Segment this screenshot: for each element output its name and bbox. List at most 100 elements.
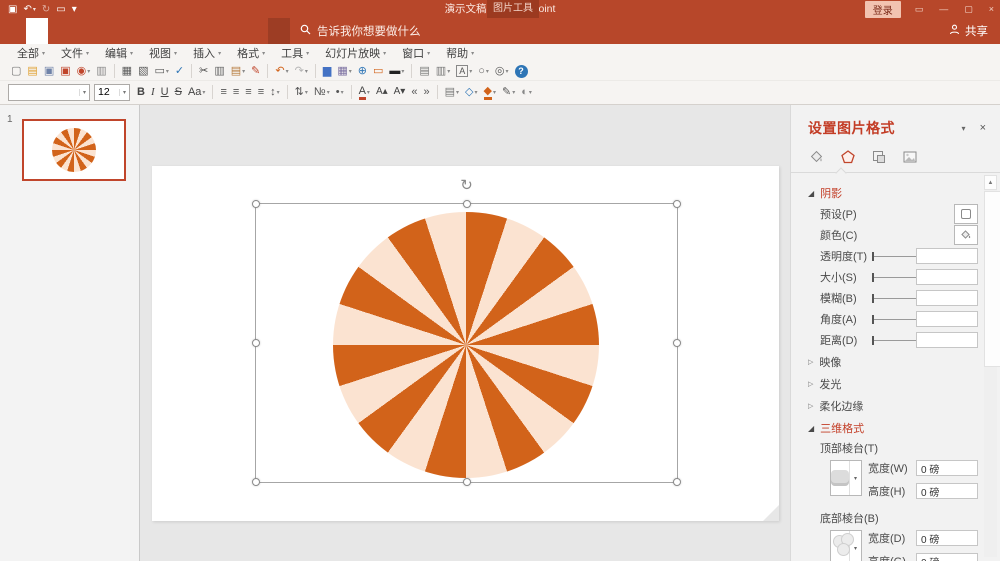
zoom-icon[interactable]: ◎▾ xyxy=(492,63,512,79)
strikethrough-icon[interactable]: S xyxy=(172,84,185,100)
bottom-bevel-width-input[interactable] xyxy=(916,530,978,546)
undo-icon[interactable]: ↶▾ xyxy=(23,4,35,15)
cut-icon[interactable]: ✂ xyxy=(196,63,211,79)
spelling-icon[interactable]: ✓ xyxy=(172,63,187,79)
menu-insert[interactable]: 插入▾ xyxy=(186,45,228,61)
copy-slide-icon[interactable]: ▥ xyxy=(93,63,109,79)
tab-developer[interactable] xyxy=(224,18,246,44)
resize-handle-sw[interactable] xyxy=(252,478,260,486)
italic-icon[interactable]: I xyxy=(148,84,158,100)
resize-handle-s[interactable] xyxy=(463,478,471,486)
increase-font-icon[interactable]: A▴ xyxy=(373,84,391,100)
reflection-section[interactable]: ▷ 映像 xyxy=(808,352,978,372)
resize-handle-nw[interactable] xyxy=(252,200,260,208)
value-input[interactable] xyxy=(916,311,978,327)
pane-scrollbar[interactable]: ▲ xyxy=(984,175,997,557)
soft-edges-section[interactable]: ▷ 柔化边缘 xyxy=(808,396,978,416)
value-input[interactable] xyxy=(916,290,978,306)
table-icon[interactable]: ▦▾ xyxy=(334,63,354,79)
scroll-up-button[interactable]: ▲ xyxy=(984,175,997,190)
copy-icon[interactable]: ▥ xyxy=(211,63,227,79)
change-case-icon[interactable]: Aa▾ xyxy=(185,84,208,100)
pane-options-button[interactable]: ▾ xyxy=(962,124,966,133)
chart-icon[interactable]: ▆ xyxy=(320,63,334,79)
undo-icon[interactable]: ↶▾ xyxy=(272,63,291,79)
slider-track[interactable] xyxy=(872,333,916,347)
picture-tab-icon[interactable] xyxy=(901,148,919,166)
text-box-icon[interactable]: A▾ xyxy=(453,63,475,79)
print-icon[interactable]: ▦ xyxy=(119,63,135,79)
resize-handle-w[interactable] xyxy=(252,339,260,347)
slider-track[interactable] xyxy=(872,249,916,263)
rotate-handle[interactable]: ↻ xyxy=(460,178,473,193)
shape-outline-icon[interactable]: ✎▾ xyxy=(499,84,518,100)
decrease-font-icon[interactable]: A▾ xyxy=(391,84,409,100)
tab-format[interactable] xyxy=(268,18,290,44)
bold-icon[interactable]: B xyxy=(134,84,148,100)
tab-view[interactable] xyxy=(202,18,224,44)
menu-window[interactable]: 窗口▾ xyxy=(395,45,437,61)
ribbon-display-options-button[interactable]: ▭ xyxy=(915,0,924,18)
menu-tools[interactable]: 工具▾ xyxy=(274,45,316,61)
tell-me-search[interactable]: 告诉我你想要做什么 xyxy=(300,18,421,44)
align-left-icon[interactable]: ≡ xyxy=(217,84,229,100)
shadow-section-header[interactable]: ◢ 阴影 xyxy=(808,183,978,203)
top-bevel-width-input[interactable] xyxy=(916,460,978,476)
redo-icon[interactable]: ↷▾ xyxy=(292,63,311,79)
slider-track[interactable] xyxy=(872,312,916,326)
shadow-color-button[interactable] xyxy=(954,225,978,245)
resize-handle-ne[interactable] xyxy=(673,200,681,208)
text-direction-icon[interactable]: ⇅▾ xyxy=(292,84,311,100)
callout-icon[interactable]: ○▾ xyxy=(475,63,492,79)
numbering-icon[interactable]: №▾ xyxy=(311,84,333,100)
top-bevel-height-input[interactable] xyxy=(916,483,978,499)
slide-show-setup-icon[interactable]: ▥▾ xyxy=(433,63,453,79)
resize-handle-e[interactable] xyxy=(673,339,681,347)
slider-thumb[interactable] xyxy=(872,252,874,261)
tab-review[interactable] xyxy=(180,18,202,44)
align-center-icon[interactable]: ≡ xyxy=(230,84,242,100)
menu-help[interactable]: 帮助▾ xyxy=(439,45,481,61)
glow-section[interactable]: ▷ 发光 xyxy=(808,374,978,394)
threed-format-section-header[interactable]: ◢ 三维格式 xyxy=(808,418,978,438)
underline-icon[interactable]: U xyxy=(158,84,172,100)
line-spacing-icon[interactable]: ↕▾ xyxy=(267,84,283,100)
menu-format[interactable]: 格式▾ xyxy=(230,45,272,61)
new-presentation-icon[interactable]: ▢ xyxy=(8,63,24,79)
tab-insert[interactable] xyxy=(70,18,92,44)
font-color-icon[interactable]: A▾ xyxy=(356,84,373,100)
tab-home[interactable] xyxy=(48,18,70,44)
start-slideshow-icon[interactable]: ▭ xyxy=(56,4,65,15)
scrollbar-thumb[interactable] xyxy=(984,191,1000,367)
slider-thumb[interactable] xyxy=(872,294,874,303)
maximize-button[interactable]: ▢ xyxy=(964,0,973,18)
fill-and-line-tab-icon[interactable] xyxy=(808,148,826,166)
slider-track[interactable] xyxy=(872,270,916,284)
bullets-icon[interactable]: •▾ xyxy=(333,84,347,100)
value-input[interactable] xyxy=(916,269,978,285)
share-button[interactable]: 共享 xyxy=(949,18,1000,44)
page-setup-icon[interactable]: ▭▾ xyxy=(151,63,171,79)
tab-transitions[interactable] xyxy=(114,18,136,44)
decrease-indent-icon[interactable]: « xyxy=(408,84,420,100)
shadow-preset-button[interactable] xyxy=(954,204,978,224)
fill-black-icon[interactable]: ▬▾ xyxy=(386,63,407,79)
slide-1-thumbnail[interactable] xyxy=(22,119,126,181)
tab-help[interactable] xyxy=(246,18,268,44)
customize-qat-icon[interactable]: ▾ xyxy=(72,4,77,15)
shape-fill-icon[interactable]: ◆▾ xyxy=(481,84,499,100)
redo-icon[interactable]: ↻ xyxy=(42,4,50,15)
slide-layout-icon[interactable]: ▤ xyxy=(416,63,432,79)
save-as-icon[interactable]: ▣ xyxy=(57,63,73,79)
increase-indent-icon[interactable]: » xyxy=(420,84,432,100)
shapes-icon[interactable]: ◇▾ xyxy=(462,84,480,100)
bottom-bevel-picker[interactable]: ▾ xyxy=(830,530,862,561)
slider-thumb[interactable] xyxy=(872,273,874,282)
menu-view[interactable]: 视图▾ xyxy=(142,45,184,61)
save-icon[interactable]: ▣ xyxy=(41,63,57,79)
menu-file[interactable]: 文件▾ xyxy=(54,45,96,61)
tab-animations[interactable] xyxy=(136,18,158,44)
menu-slideshow[interactable]: 幻灯片放映▾ xyxy=(318,45,393,61)
print-preview-icon[interactable]: ▧ xyxy=(135,63,151,79)
close-button[interactable]: × xyxy=(989,0,994,18)
